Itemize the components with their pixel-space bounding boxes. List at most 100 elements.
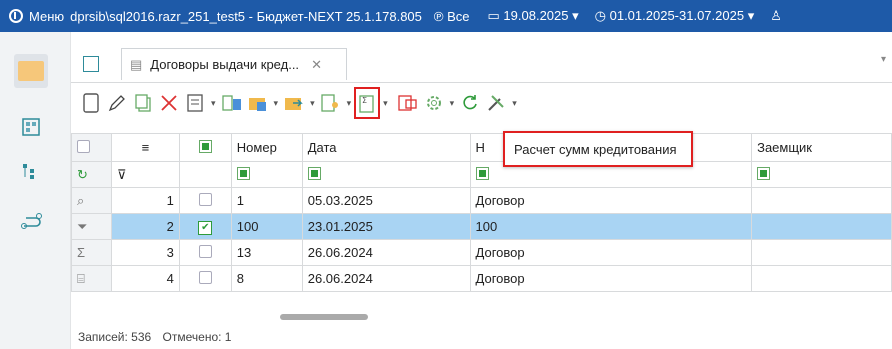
collapse-cell[interactable] xyxy=(71,133,112,162)
filter-cell[interactable] xyxy=(178,161,232,188)
chevron-down-icon[interactable]: ▾ xyxy=(881,54,886,65)
cell-number: 100 xyxy=(230,213,303,240)
filter-funnel-cell[interactable]: ⏷ xyxy=(71,213,112,240)
settings-dropdown-icon[interactable]: ▾ xyxy=(450,98,455,109)
settings-button[interactable] xyxy=(421,90,447,116)
hamburger-icon[interactable]: ≡ xyxy=(142,140,150,155)
new-button[interactable] xyxy=(78,90,104,116)
print-button[interactable] xyxy=(219,90,245,116)
route-icon xyxy=(21,213,42,229)
row-checkbox[interactable] xyxy=(198,270,212,284)
date-picker[interactable]: ▭ 19.08.2025 ▾ xyxy=(488,8,579,24)
row-checkbox-cell[interactable]: ✔ xyxy=(178,213,232,240)
horizontal-scrollbar[interactable] xyxy=(270,311,892,323)
sidebar xyxy=(0,32,71,349)
refresh-button[interactable] xyxy=(457,90,483,116)
sidebar-item-route[interactable] xyxy=(14,204,48,238)
column-header-number[interactable]: Номер xyxy=(230,133,303,162)
refresh-icon xyxy=(463,95,477,110)
filter-clear-cell[interactable]: ⊽ xyxy=(110,161,180,188)
table-row[interactable]: ⌸ 4 8 26.06.2024 Договор xyxy=(71,265,892,292)
filter-name-icon[interactable] xyxy=(475,166,489,180)
calculate-dropdown-icon[interactable]: ▾ xyxy=(383,98,388,109)
filter-row: ↻ ⊽ xyxy=(71,161,892,188)
row-checkbox[interactable] xyxy=(198,192,212,206)
table-row[interactable]: ⏷ 2 ✔ 100 23.01.2025 100 xyxy=(71,213,892,240)
filter-funnel-icon[interactable]: ⏷ xyxy=(77,219,87,234)
filter-date[interactable] xyxy=(301,161,471,188)
row-checkbox-checked[interactable]: ✔ xyxy=(198,221,213,235)
sum-cell[interactable]: Σ xyxy=(71,239,112,266)
folder-doc-icon xyxy=(248,98,266,111)
filter-borrower-icon[interactable] xyxy=(757,166,771,180)
menu-button[interactable]: Меню xyxy=(29,9,64,24)
filter-clear-icon[interactable]: ⊽ xyxy=(117,167,127,182)
cell-date: 23.01.2025 xyxy=(301,213,471,240)
copy-button[interactable] xyxy=(130,90,156,116)
window-title: dprsib\sql2016.razr_251_test5 - Бюджет-N… xyxy=(70,8,422,24)
tooltip-text: Расчет сумм кредитования xyxy=(514,141,677,157)
filter-button[interactable]: ℗ Все xyxy=(434,9,470,24)
copy-icon xyxy=(135,94,151,112)
folder-button[interactable] xyxy=(245,90,271,116)
tools-button[interactable] xyxy=(483,90,509,116)
delete-button[interactable] xyxy=(156,90,182,116)
search-icon[interactable]: ⌕ xyxy=(77,193,84,208)
form-dropdown-icon[interactable]: ▾ xyxy=(211,98,216,109)
folder-move-icon xyxy=(285,98,303,110)
tab-bar: ▤ Договоры выдачи кред... ✕ ▾ xyxy=(71,46,892,83)
row-index: 3 xyxy=(110,239,180,266)
close-icon[interactable]: ✕ xyxy=(311,57,322,73)
calendar-cell[interactable]: ⌸ xyxy=(71,265,112,292)
sign-dropdown-icon[interactable]: ▾ xyxy=(347,98,352,109)
power-icon[interactable] xyxy=(9,9,23,23)
select-all-header[interactable] xyxy=(178,133,232,162)
table-row[interactable]: Σ 3 13 26.06.2024 Договор xyxy=(71,239,892,266)
column-header-date[interactable]: Дата xyxy=(301,133,471,162)
search-cell[interactable]: ⌕ xyxy=(71,187,112,214)
filter-borrower[interactable] xyxy=(751,161,892,188)
tools-dropdown-icon[interactable]: ▾ xyxy=(512,98,517,109)
edit-button[interactable] xyxy=(104,90,130,116)
print-icon xyxy=(221,95,241,111)
sum-icon: Σ xyxy=(359,95,374,113)
row-checkbox-cell[interactable] xyxy=(178,187,232,214)
collapse-icon[interactable] xyxy=(77,139,90,153)
filter-label: Все xyxy=(447,8,470,24)
sidebar-item-grid[interactable] xyxy=(14,110,48,144)
report-button[interactable] xyxy=(395,90,421,116)
new-doc-icon xyxy=(83,93,99,113)
folder-dropdown-icon[interactable]: ▾ xyxy=(274,98,279,109)
pencil-icon xyxy=(108,95,125,112)
sign-button[interactable] xyxy=(318,90,344,116)
filter-number[interactable] xyxy=(230,161,303,188)
form-button[interactable] xyxy=(182,90,208,116)
scrollbar-thumb[interactable] xyxy=(280,314,368,320)
row-checkbox[interactable] xyxy=(198,244,212,258)
panel-toggle-icon[interactable] xyxy=(83,56,99,72)
calculate-loans-button[interactable]: Σ xyxy=(354,87,381,119)
reload-icon[interactable]: ↻ xyxy=(77,167,88,182)
menu-column-header[interactable]: ≡ xyxy=(110,133,180,162)
table-row[interactable]: ⌕ 1 1 05.03.2025 Договор xyxy=(71,187,892,214)
user-icon[interactable]: ♙ xyxy=(770,8,782,24)
filter-number-icon[interactable] xyxy=(236,166,250,180)
refresh-cell[interactable]: ↻ xyxy=(71,161,112,188)
filter-date-icon[interactable] xyxy=(307,166,321,180)
row-checkbox-cell[interactable] xyxy=(178,265,232,292)
document-icon: ▤ xyxy=(130,56,143,72)
period-picker[interactable]: ◷ 01.01.2025-31.07.2025 ▾ xyxy=(595,8,755,24)
sidebar-item-folder[interactable] xyxy=(14,54,48,88)
move-dropdown-icon[interactable]: ▾ xyxy=(310,98,315,109)
move-button[interactable] xyxy=(281,90,307,116)
report-icon xyxy=(398,95,417,111)
select-all-checkbox[interactable] xyxy=(198,139,212,153)
row-checkbox-cell[interactable] xyxy=(178,239,232,266)
column-header-borrower[interactable]: Заемщик xyxy=(751,133,892,162)
period-value: 01.01.2025-31.07.2025 xyxy=(609,8,745,23)
tab-loans[interactable]: ▤ Договоры выдачи кред... ✕ xyxy=(121,48,347,80)
sum-icon[interactable]: Σ xyxy=(77,245,85,260)
sidebar-item-tree[interactable] xyxy=(14,156,48,190)
calendar-icon[interactable]: ⌸ xyxy=(77,271,85,286)
cell-borrower xyxy=(751,187,892,214)
